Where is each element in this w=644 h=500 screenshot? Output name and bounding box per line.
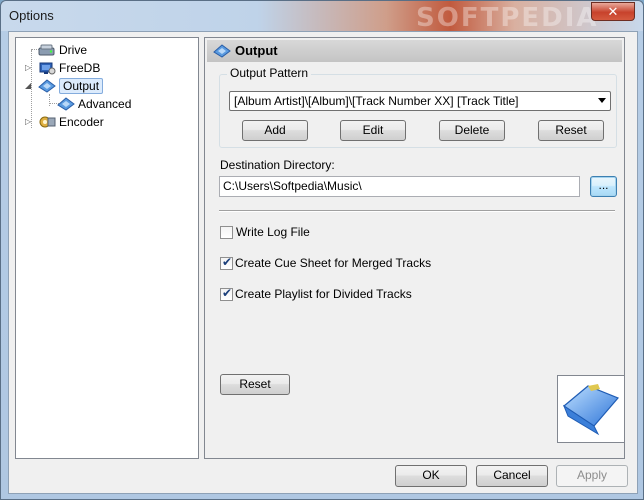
- output-pattern-legend: Output Pattern: [227, 66, 312, 80]
- expand-icon[interactable]: ▷: [25, 118, 33, 126]
- output-icon: [38, 79, 56, 93]
- drive-icon: [38, 43, 56, 57]
- watermark: SOFTPEDIA: [416, 3, 599, 33]
- output-panel: Output Output Pattern [Album Artist]\[Al…: [204, 37, 625, 459]
- playlist-checkbox[interactable]: ✔: [220, 286, 233, 301]
- expand-icon[interactable]: ▷: [25, 64, 33, 72]
- folder-icon: [562, 384, 620, 436]
- tree-item-drive[interactable]: Drive: [38, 40, 87, 58]
- panel-header: Output: [207, 40, 622, 62]
- output-icon: [213, 44, 231, 58]
- apply-button[interactable]: Apply: [556, 465, 628, 487]
- chevron-down-icon: [598, 98, 606, 103]
- add-pattern-button[interactable]: Add: [242, 120, 308, 141]
- output-pattern-value: [Album Artist]\[Album]\[Track Number XX]…: [234, 94, 519, 108]
- options-tree[interactable]: Drive ▷ FreeDB ◢ Output Advanced ▷ Encod…: [15, 37, 199, 459]
- delete-pattern-button[interactable]: Delete: [439, 120, 505, 141]
- cancel-button[interactable]: Cancel: [476, 465, 548, 487]
- tree-item-advanced[interactable]: Advanced: [57, 94, 131, 112]
- freedb-icon: [38, 61, 56, 75]
- tree-item-label: Output: [59, 77, 104, 94]
- close-button[interactable]: ✕: [591, 2, 635, 21]
- tree-item-freedb[interactable]: FreeDB: [38, 58, 100, 76]
- write-log-checkbox[interactable]: [220, 226, 233, 239]
- destination-label: Destination Directory:: [220, 158, 335, 172]
- divider: [219, 210, 615, 212]
- write-log-label: Write Log File: [236, 225, 310, 239]
- tree-connector: [49, 94, 50, 106]
- collapse-icon[interactable]: ◢: [25, 82, 33, 90]
- destination-field[interactable]: C:\Users\Softpedia\Music\: [219, 176, 580, 197]
- panel-title: Output: [235, 43, 278, 58]
- output-preview-image: [557, 375, 625, 443]
- title-bar[interactable]: Options SOFTPEDIA ✕: [1, 1, 643, 33]
- window-title: Options: [9, 8, 54, 23]
- playlist-label: Create Playlist for Divided Tracks: [235, 287, 412, 301]
- tree-item-label: Drive: [59, 42, 88, 57]
- reset-pattern-button[interactable]: Reset: [538, 120, 604, 141]
- options-window: Options SOFTPEDIA ✕ Drive ▷ FreeDB ◢ Out…: [0, 0, 644, 500]
- encoder-icon: [38, 115, 56, 129]
- ok-button[interactable]: OK: [395, 465, 467, 487]
- tree-item-encoder[interactable]: Encoder: [38, 112, 104, 130]
- check-icon: ✔: [222, 255, 233, 269]
- cue-sheet-checkbox[interactable]: ✔: [220, 255, 233, 270]
- cue-sheet-label: Create Cue Sheet for Merged Tracks: [235, 256, 432, 270]
- tree-item-output[interactable]: Output: [38, 76, 104, 94]
- reset-button[interactable]: Reset: [220, 374, 290, 395]
- tree-item-label: FreeDB: [59, 60, 101, 75]
- tree-item-label: Encoder: [59, 114, 104, 129]
- check-icon: ✔: [222, 286, 233, 300]
- dialog-body: Drive ▷ FreeDB ◢ Output Advanced ▷ Encod…: [8, 31, 638, 494]
- browse-button[interactable]: ...: [590, 176, 617, 197]
- tree-item-label: Advanced: [78, 96, 132, 111]
- advanced-icon: [57, 97, 75, 111]
- edit-pattern-button[interactable]: Edit: [340, 120, 406, 141]
- output-pattern-dropdown[interactable]: [Album Artist]\[Album]\[Track Number XX]…: [229, 91, 611, 111]
